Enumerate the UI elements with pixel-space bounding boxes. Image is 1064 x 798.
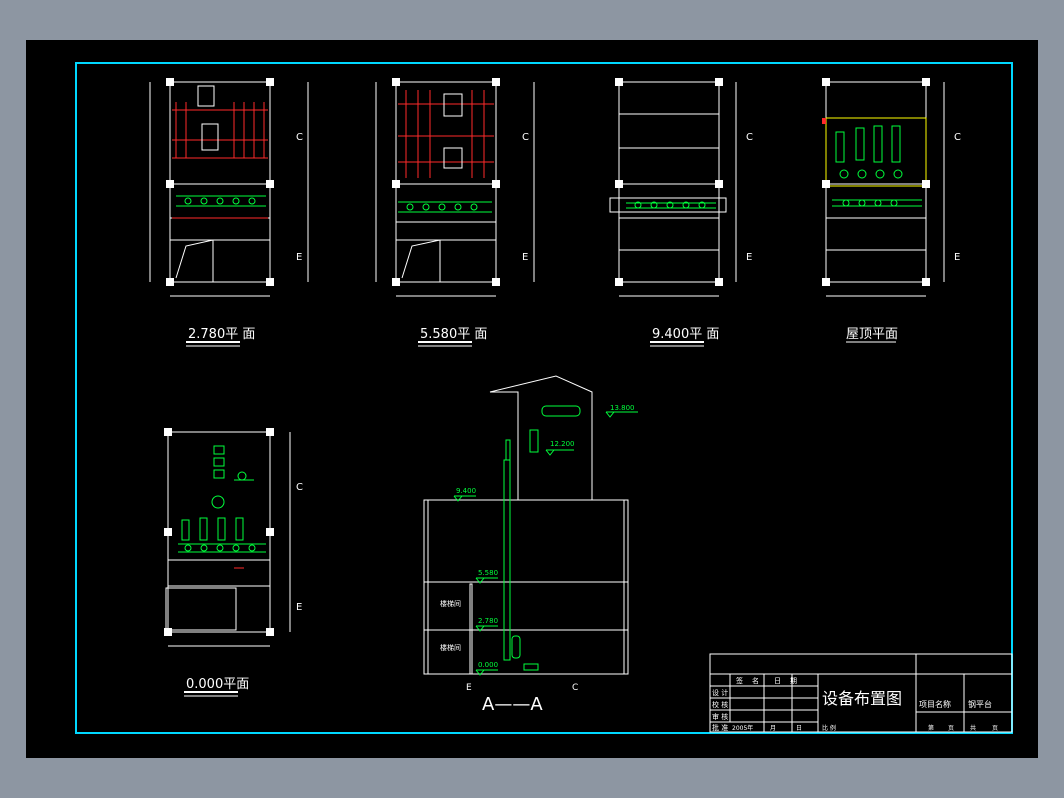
equipment-vessels bbox=[832, 125, 922, 207]
plan-caption: 5.580平 面 bbox=[420, 327, 487, 342]
cad-drawing: C E 2.780平 面 C E 5.580平 面 C E 9.400平 面 C… bbox=[75, 62, 1013, 734]
axis-label-e: E bbox=[522, 252, 528, 263]
role-label: 设 计 bbox=[712, 688, 728, 697]
drawing-title: 设备布置图 bbox=[822, 689, 902, 708]
plan-2780: C E 2.780平 面 bbox=[149, 78, 309, 347]
plan-caption: 0.000平面 bbox=[186, 677, 249, 692]
plan-roof: C E 屋顶平面 bbox=[822, 78, 961, 343]
axis-label-c: C bbox=[954, 132, 961, 143]
cad-model-space: C E 2.780平 面 C E 5.580平 面 C E 9.400平 面 C… bbox=[26, 40, 1038, 758]
axis-label-c: C bbox=[296, 482, 303, 493]
role-label: 校 核 bbox=[712, 700, 728, 709]
sheet-label: 页 bbox=[948, 725, 954, 732]
date-label: 月 bbox=[770, 725, 776, 732]
plan-outline bbox=[167, 431, 271, 633]
date-label: 日 bbox=[796, 725, 802, 732]
sheet-label: 第 bbox=[928, 724, 934, 732]
sheet-label: 页 bbox=[992, 725, 998, 732]
elevation-label: 13.800 bbox=[610, 404, 635, 412]
plan-outline bbox=[395, 81, 497, 283]
scale-label: 比 例 bbox=[822, 724, 836, 732]
section-title: A——A bbox=[482, 694, 543, 715]
axis-label-e: E bbox=[296, 602, 302, 613]
elevation-marks bbox=[453, 411, 638, 676]
hatched-area bbox=[398, 90, 494, 178]
role-label: 审 核 bbox=[712, 712, 728, 721]
project-value: 钢平台 bbox=[968, 699, 992, 709]
elevation-label: 12.200 bbox=[550, 440, 575, 448]
date-label: 2005年 bbox=[732, 724, 753, 732]
room-label: 楼梯间 bbox=[440, 599, 461, 608]
sign-header: 日 bbox=[774, 677, 781, 685]
elevation-label: 0.000 bbox=[478, 661, 498, 669]
axis-label-e: E bbox=[746, 252, 752, 263]
plan-outline bbox=[618, 81, 720, 283]
title-block: 签 名 日 期 设 计 校 核 审 核 批 准 2005年 月 日 设备布置图 … bbox=[709, 653, 1013, 733]
section-a-a: 13.800 12.200 9.400 5.580 2.780 0.000 楼梯… bbox=[423, 375, 638, 715]
plan-outline bbox=[825, 81, 927, 283]
hatched-area bbox=[172, 102, 268, 219]
plan-caption: 9.400平 面 bbox=[652, 327, 719, 342]
elevation-label: 2.780 bbox=[478, 617, 498, 625]
plan-5580: C E 5.580平 面 bbox=[375, 78, 535, 347]
elevation-label: 5.580 bbox=[478, 569, 498, 577]
equipment-ground bbox=[178, 445, 266, 553]
room-label: 楼梯间 bbox=[440, 643, 461, 652]
elevation-label: 9.400 bbox=[456, 487, 476, 495]
axis-label-c: C bbox=[296, 132, 303, 143]
axis-label-e: E bbox=[296, 252, 302, 263]
sign-header: 期 bbox=[790, 677, 797, 685]
sign-header: 名 bbox=[752, 676, 759, 685]
plan-caption: 屋顶平面 bbox=[846, 327, 898, 342]
axis-label-c: C bbox=[522, 132, 529, 143]
axis-label-c: C bbox=[572, 683, 578, 693]
plan-caption: 2.780平 面 bbox=[188, 327, 255, 342]
plan-9400: C E 9.400平 面 bbox=[609, 78, 753, 347]
sign-header: 签 bbox=[736, 676, 743, 685]
sheet-label: 共 bbox=[970, 724, 976, 732]
axis-label-e: E bbox=[466, 683, 472, 693]
axis-label-c: C bbox=[746, 132, 753, 143]
role-label: 批 准 bbox=[712, 723, 728, 732]
plan-0000: C E 0.000平面 bbox=[164, 428, 303, 697]
plan-outline bbox=[169, 81, 271, 283]
project-label: 项目名称 bbox=[919, 699, 951, 709]
axis-label-e: E bbox=[954, 252, 960, 263]
